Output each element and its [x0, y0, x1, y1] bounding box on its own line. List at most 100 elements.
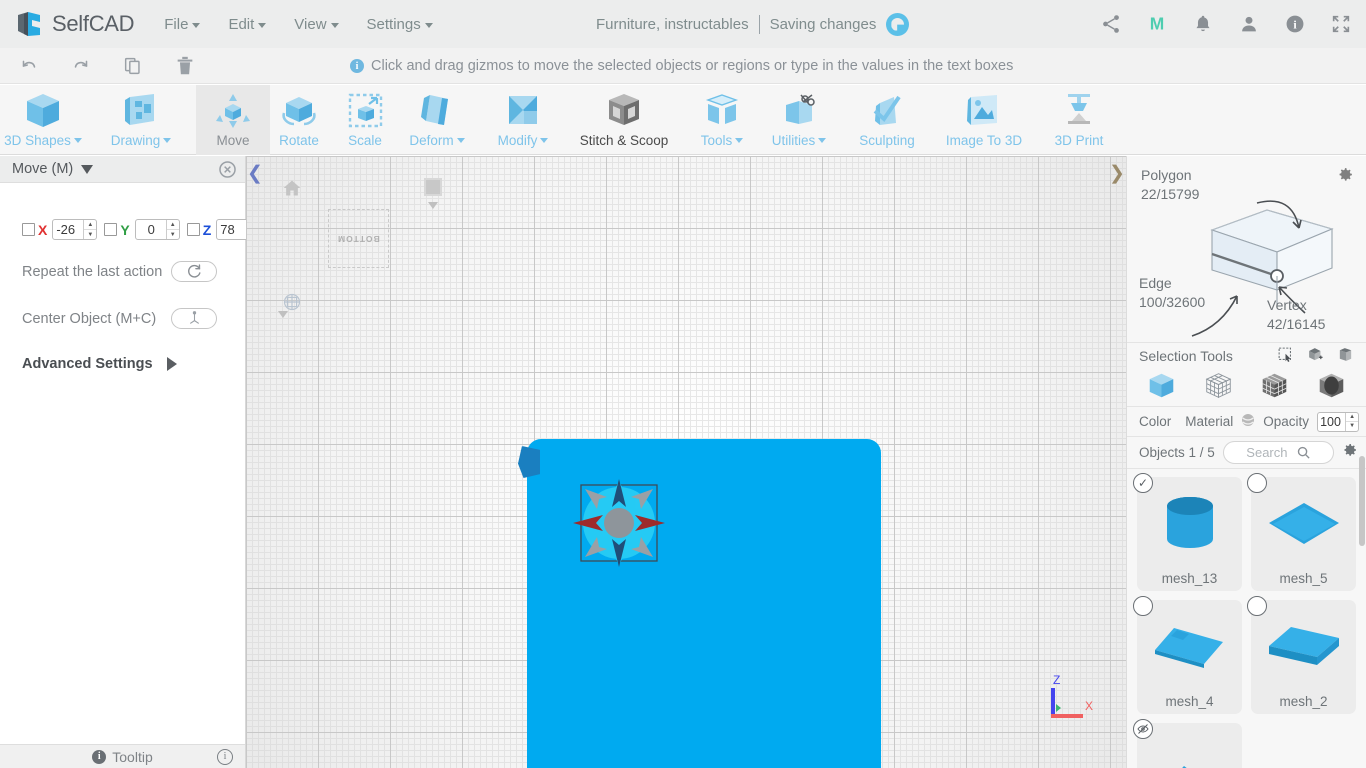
ribbon-tools[interactable]: Tools	[685, 85, 759, 155]
object-selected-checkbox[interactable]	[1247, 473, 1267, 493]
center-object-row: Center Object (M+C)	[0, 303, 245, 334]
fullscreen-icon[interactable]	[1330, 13, 1352, 35]
vertex-mode-icon[interactable]	[1204, 371, 1233, 405]
ribbon-3d-shapes[interactable]: 3D Shapes	[4, 85, 82, 155]
ribbon-rotate[interactable]: Rotate	[262, 85, 336, 155]
axis-y-stepper[interactable]: ▲ ▼	[165, 220, 179, 239]
3d-print-icon	[1058, 91, 1100, 131]
ribbon-stitch-scoop[interactable]: Stitch & Scoop	[574, 85, 674, 155]
collapse-right-icon[interactable]: ❯	[1108, 160, 1126, 186]
ribbon-drawing[interactable]: Drawing	[104, 85, 178, 155]
history-bar: i Click and drag gizmos to move the sele…	[0, 48, 1366, 84]
ribbon-modify[interactable]: Modify	[486, 85, 560, 155]
axis-y-field[interactable]: ▲▼	[134, 219, 180, 240]
move-gizmo[interactable]	[559, 463, 679, 583]
opacity-stepper[interactable]: ▲ ▼	[1345, 412, 1359, 431]
brand-logo[interactable]: SelfCAD	[0, 9, 135, 39]
object-card[interactable]: mesh_5	[1247, 473, 1356, 591]
panel-title-wrap[interactable]: Move (M)	[12, 161, 94, 177]
chevron-down-icon	[735, 138, 744, 143]
redo-icon[interactable]	[70, 55, 92, 77]
collapse-left-icon[interactable]: ❮	[246, 160, 264, 186]
color-label: Color	[1139, 414, 1172, 429]
axis-x-stepper[interactable]: ▲ ▼	[83, 220, 97, 239]
polygon-value: 22/15799	[1141, 186, 1200, 202]
view-cube-arrow-down-icon[interactable]	[428, 202, 438, 209]
object-selected-checkbox[interactable]	[1133, 596, 1153, 616]
info-outline-icon[interactable]: i	[217, 748, 233, 765]
axis-y-input[interactable]	[135, 220, 166, 239]
center-object-button[interactable]	[171, 308, 217, 329]
center-object-label: Center Object (M+C)	[22, 310, 157, 327]
box-select-icon[interactable]	[1307, 346, 1324, 366]
ribbon-utilities[interactable]: Utilities	[762, 85, 836, 155]
menu-settings[interactable]: Settings	[367, 16, 433, 33]
top-bar: SelfCAD File Edit View Settings Furnitur…	[0, 0, 1366, 48]
objects-count: Objects 1 / 5	[1139, 445, 1215, 460]
close-icon[interactable]	[218, 160, 237, 179]
ribbon-move[interactable]: Move	[196, 85, 270, 155]
axis-y-checkbox[interactable]	[104, 223, 118, 236]
copy-icon[interactable]	[122, 55, 144, 77]
repeat-action-button[interactable]	[171, 261, 217, 282]
edge-mode-icon[interactable]	[1317, 371, 1346, 405]
lasso-select-icon[interactable]	[1337, 346, 1354, 366]
advanced-settings-label: Advanced Settings	[22, 356, 153, 372]
chevron-down-icon	[73, 138, 82, 143]
3d-viewport[interactable]: ❮ ❯ BOTTOM Z X	[246, 156, 1126, 768]
scale-icon	[344, 91, 386, 131]
view-cube-face[interactable]: BOTTOM	[328, 209, 389, 268]
account-icon[interactable]	[1238, 13, 1260, 35]
polygon-mode-icon[interactable]	[1260, 371, 1289, 405]
menu-file[interactable]: File	[164, 16, 201, 33]
home-view-icon[interactable]	[282, 178, 302, 203]
polygon-label: Polygon	[1141, 167, 1192, 183]
ribbon-label: Move	[216, 133, 250, 148]
grid-arrow-down-icon[interactable]	[278, 311, 288, 318]
material-icon[interactable]	[1240, 412, 1256, 431]
object-selected-checkbox[interactable]: ✓	[1133, 473, 1153, 493]
object-mode-icon[interactable]	[1147, 371, 1176, 405]
menu-edit[interactable]: Edit	[228, 16, 267, 33]
axis-x-checkbox[interactable]	[22, 223, 35, 236]
share-icon[interactable]	[1100, 13, 1122, 35]
drawing-icon	[120, 91, 162, 131]
axis-z-input[interactable]	[217, 220, 248, 239]
rect-select-icon[interactable]	[1277, 346, 1294, 366]
m-logo-icon[interactable]: M	[1146, 13, 1168, 35]
info-icon[interactable]: i	[1284, 13, 1306, 35]
mesh-stats-section: Polygon 22/15799 Edge 100/32600 Vertex 4…	[1127, 156, 1366, 342]
object-selected-checkbox[interactable]	[1247, 596, 1267, 616]
object-hidden-toggle[interactable]	[1133, 719, 1153, 739]
bell-icon[interactable]	[1192, 13, 1214, 35]
tools-icon	[701, 91, 743, 131]
objects-search-input[interactable]: Search	[1222, 441, 1334, 464]
model-nub	[518, 446, 540, 478]
objects-scrollbar[interactable]	[1359, 456, 1365, 546]
axis-x-input[interactable]	[53, 220, 84, 239]
ribbon-deform[interactable]: Deform	[400, 85, 474, 155]
menu-view[interactable]: View	[294, 16, 339, 33]
axis-x-field[interactable]: ▲▼	[52, 219, 98, 240]
undo-icon[interactable]	[18, 55, 40, 77]
opacity-field[interactable]: ▲▼	[1317, 411, 1360, 432]
view-cube-icon[interactable]	[424, 178, 442, 196]
axis-z-checkbox[interactable]	[186, 223, 200, 236]
deform-icon	[416, 91, 458, 131]
ribbon-3d-print[interactable]: 3D Print	[1029, 85, 1129, 155]
object-card[interactable]	[1133, 719, 1242, 768]
object-card[interactable]: ✓ mesh_13	[1133, 473, 1242, 591]
trash-icon[interactable]	[174, 55, 196, 77]
ribbon-sculpting[interactable]: Sculpting	[837, 85, 937, 155]
chevron-down-icon	[424, 22, 433, 28]
ribbon-image-to-3d[interactable]: Image To 3D	[934, 85, 1034, 155]
object-thumbnail	[1137, 477, 1242, 571]
polygon-stat: Polygon 22/15799	[1141, 166, 1199, 204]
advanced-settings-row[interactable]: Advanced Settings	[0, 356, 245, 372]
opacity-input[interactable]	[1318, 412, 1346, 431]
object-card[interactable]: mesh_2	[1247, 596, 1356, 714]
object-card[interactable]: mesh_4	[1133, 596, 1242, 714]
chevron-down-icon	[818, 138, 827, 143]
ribbon-scale[interactable]: Scale	[328, 85, 402, 155]
objects-settings-gear-icon[interactable]	[1342, 442, 1358, 463]
